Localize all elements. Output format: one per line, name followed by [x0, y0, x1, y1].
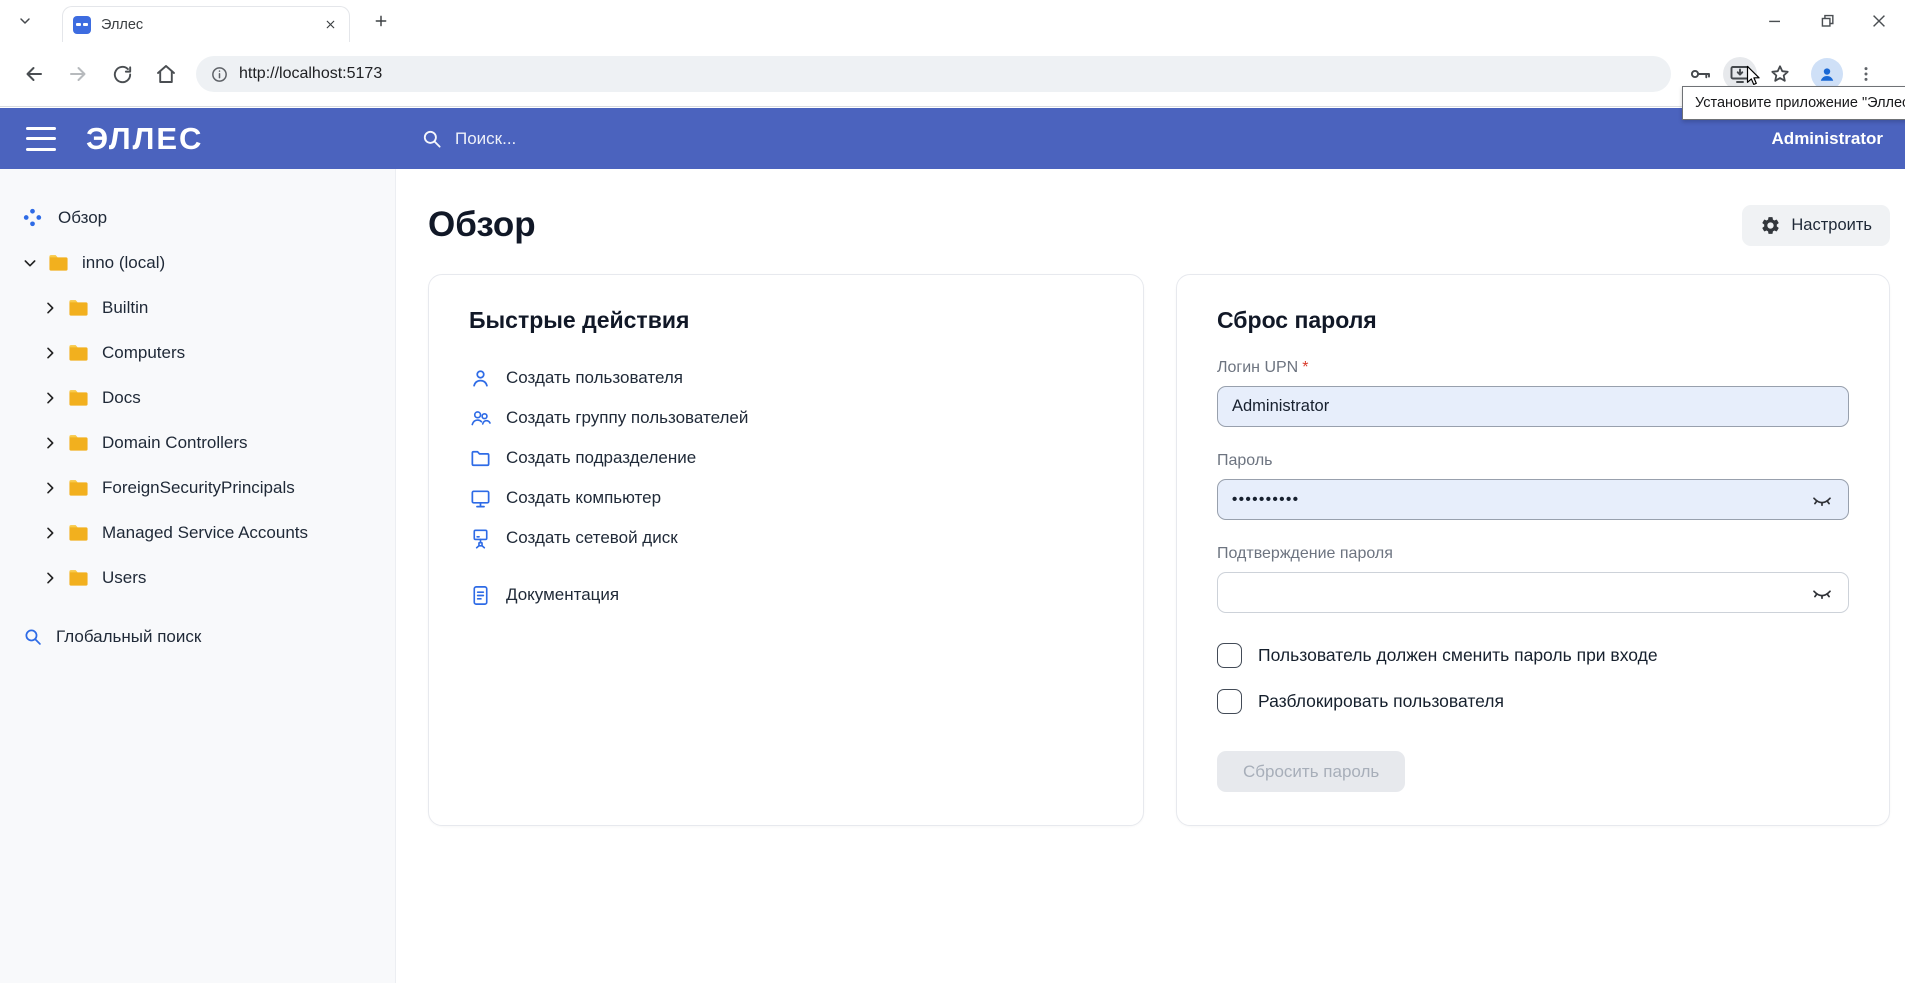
- tree-node-domain-controllers[interactable]: Domain Controllers: [0, 420, 395, 465]
- login-upn-field-wrap: [1217, 386, 1849, 427]
- tree-node-computers[interactable]: Computers: [0, 330, 395, 375]
- plus-icon: [373, 13, 389, 29]
- minimize-button[interactable]: [1765, 11, 1785, 31]
- browser-toolbar: [0, 42, 1905, 106]
- reload-button[interactable]: [109, 61, 135, 87]
- header-search[interactable]: [420, 127, 715, 150]
- login-upn-label: Логин UPN*: [1217, 359, 1849, 377]
- chevron-down-icon: [17, 13, 33, 29]
- password-input[interactable]: [1232, 491, 1802, 508]
- tree-node-docs[interactable]: Docs: [0, 375, 395, 420]
- tree-node-domain[interactable]: inno (local): [0, 240, 395, 285]
- folder-icon: [48, 253, 69, 272]
- checkbox-row-change-password[interactable]: Пользователь должен сменить пароль при в…: [1217, 643, 1849, 668]
- app-logo: ЭЛЛЕС: [86, 121, 203, 157]
- checkbox-row-unlock-user[interactable]: Разблокировать пользователя: [1217, 689, 1849, 714]
- confirm-password-input[interactable]: [1232, 583, 1802, 602]
- action-create-network-drive[interactable]: Создать сетевой диск: [469, 518, 1103, 558]
- back-button[interactable]: [21, 61, 47, 87]
- eye-closed-icon[interactable]: [1810, 581, 1834, 605]
- chevron-down-icon: [22, 255, 38, 271]
- sidebar-item-overview[interactable]: Обзор: [0, 195, 395, 240]
- chevron-right-icon: [42, 435, 58, 451]
- tree-node-builtin[interactable]: Builtin: [0, 285, 395, 330]
- tree-node-users[interactable]: Users: [0, 555, 395, 600]
- users-icon: [469, 407, 492, 430]
- restore-button[interactable]: [1817, 11, 1837, 31]
- menu-hamburger-icon[interactable]: [26, 127, 56, 151]
- action-create-computer[interactable]: Создать компьютер: [469, 478, 1103, 518]
- forward-button[interactable]: [65, 61, 91, 87]
- configure-button[interactable]: Настроить: [1742, 205, 1890, 246]
- folder-icon: [68, 343, 89, 362]
- current-user[interactable]: Administrator: [1772, 129, 1883, 149]
- chevron-right-icon: [42, 570, 58, 586]
- tree-node-foreign-security-principals[interactable]: ForeignSecurityPrincipals: [0, 465, 395, 510]
- global-search-icon: [22, 626, 43, 647]
- network-drive-icon: [469, 527, 492, 550]
- main-content: Обзор Настроить Быстрые действия Создать…: [396, 169, 1905, 983]
- address-bar[interactable]: [196, 56, 1671, 92]
- page-title: Обзор: [428, 205, 536, 245]
- folder-outline-icon: [469, 447, 492, 470]
- tab-search-button[interactable]: [10, 7, 40, 35]
- sidebar-item-global-search[interactable]: Глобальный поиск: [0, 614, 395, 659]
- action-documentation[interactable]: Документация: [469, 575, 1103, 615]
- mouse-cursor: [1742, 64, 1764, 88]
- chevron-right-icon: [42, 300, 58, 316]
- folder-icon: [68, 298, 89, 317]
- chevron-right-icon: [42, 525, 58, 541]
- password-reset-title: Сброс пароля: [1217, 307, 1849, 334]
- document-icon: [469, 584, 492, 607]
- browser-chrome: Эллес: [0, 0, 1905, 107]
- tab-strip: Эллес: [0, 0, 1905, 42]
- unlock-user-checkbox[interactable]: [1217, 689, 1242, 714]
- reset-password-button[interactable]: Сбросить пароль: [1217, 751, 1405, 792]
- action-create-user-group[interactable]: Создать группу пользователей: [469, 398, 1103, 438]
- chevron-right-icon: [42, 480, 58, 496]
- folder-icon: [68, 388, 89, 407]
- required-asterisk: *: [1302, 359, 1308, 376]
- window-controls: [1765, 11, 1905, 31]
- folder-icon: [68, 478, 89, 497]
- home-button[interactable]: [153, 61, 179, 87]
- confirm-password-field-wrap: [1217, 572, 1849, 613]
- app-header: ЭЛЛЕС Administrator: [0, 108, 1905, 169]
- browser-tab[interactable]: Эллес: [62, 6, 350, 42]
- tab-title: Эллес: [101, 17, 321, 33]
- chevron-right-icon: [42, 345, 58, 361]
- folder-icon: [68, 523, 89, 542]
- user-icon: [469, 367, 492, 390]
- login-upn-input[interactable]: [1232, 397, 1834, 416]
- overview-dots-icon: [22, 207, 43, 228]
- monitor-icon: [469, 487, 492, 510]
- quick-actions-card: Быстрые действия Создать пользователя Со…: [428, 274, 1144, 826]
- must-change-password-checkbox[interactable]: [1217, 643, 1242, 668]
- password-label: Пароль: [1217, 452, 1849, 470]
- action-create-org-unit[interactable]: Создать подразделение: [469, 438, 1103, 478]
- header-search-input[interactable]: [455, 129, 715, 149]
- url-input[interactable]: [239, 65, 1657, 83]
- tree-node-managed-service-accounts[interactable]: Managed Service Accounts: [0, 510, 395, 555]
- gear-icon: [1760, 215, 1781, 236]
- app-favicon-icon: [73, 16, 91, 34]
- confirm-password-label: Подтверждение пароля: [1217, 545, 1849, 563]
- install-app-tooltip: Установите приложение "Эллес": [1682, 86, 1905, 120]
- new-tab-button[interactable]: [368, 8, 394, 34]
- folder-icon: [68, 568, 89, 587]
- password-reset-card: Сброс пароля Логин UPN* Пароль Подтвержд…: [1176, 274, 1890, 826]
- folder-icon: [68, 433, 89, 452]
- search-icon: [420, 127, 443, 150]
- chevron-right-icon: [42, 390, 58, 406]
- password-field-wrap: [1217, 479, 1849, 520]
- close-window-button[interactable]: [1869, 11, 1889, 31]
- sidebar: Обзор inno (local) Builtin Computers Doc…: [0, 169, 396, 983]
- quick-actions-title: Быстрые действия: [469, 307, 1103, 334]
- tab-close-icon[interactable]: [321, 16, 339, 34]
- site-info-icon[interactable]: [210, 65, 229, 84]
- eye-closed-icon[interactable]: [1810, 488, 1834, 512]
- action-create-user[interactable]: Создать пользователя: [469, 358, 1103, 398]
